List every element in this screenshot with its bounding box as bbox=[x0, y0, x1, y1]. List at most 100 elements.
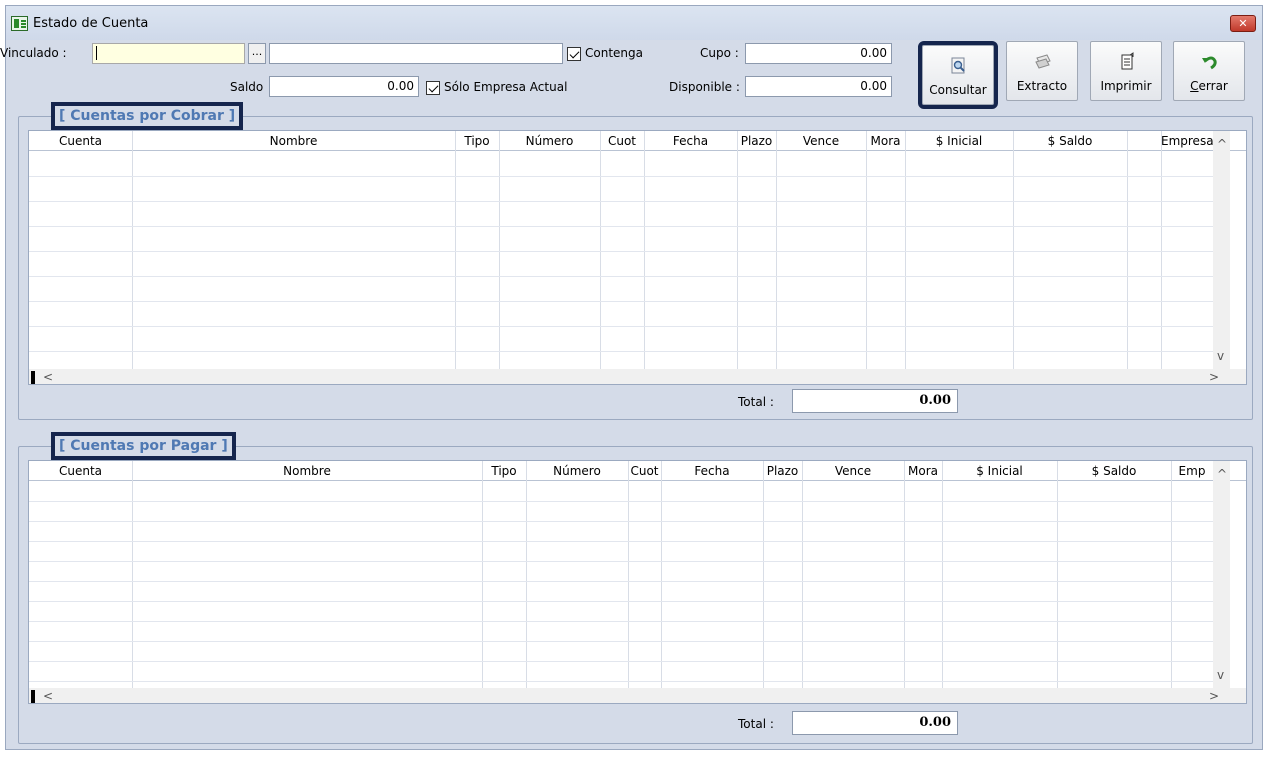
table-row[interactable] bbox=[29, 201, 1213, 202]
column-header[interactable]: Vence bbox=[776, 131, 866, 151]
horizontal-scrollbar[interactable]: < > bbox=[29, 688, 1246, 703]
contenga-checkbox[interactable] bbox=[567, 47, 581, 61]
column-header[interactable]: Número bbox=[526, 461, 628, 481]
scroll-up-icon[interactable]: ^ bbox=[1217, 467, 1227, 481]
table-row[interactable] bbox=[29, 561, 1213, 562]
text-caret bbox=[96, 46, 97, 60]
column-divider bbox=[628, 461, 629, 688]
column-header[interactable]: Cuot bbox=[600, 131, 644, 151]
column-header[interactable]: Fecha bbox=[644, 131, 737, 151]
solo-empresa-checkbox[interactable] bbox=[426, 81, 440, 95]
table-row[interactable] bbox=[29, 541, 1213, 542]
table-row[interactable] bbox=[29, 681, 1213, 682]
table-row[interactable] bbox=[29, 621, 1213, 622]
column-divider bbox=[942, 461, 943, 688]
extracto-button[interactable]: Extracto bbox=[1006, 41, 1078, 101]
column-divider bbox=[455, 131, 456, 369]
column-header[interactable]: Tipo bbox=[482, 461, 526, 481]
column-divider bbox=[1057, 461, 1058, 688]
column-divider bbox=[499, 131, 500, 369]
vinculado-lookup-button[interactable]: ... bbox=[248, 43, 266, 64]
vinculado-code-input[interactable] bbox=[92, 43, 245, 64]
table-row[interactable] bbox=[29, 251, 1213, 252]
scroll-left-icon[interactable]: < bbox=[43, 370, 53, 384]
table-row[interactable] bbox=[29, 501, 1213, 502]
scroll-up-icon[interactable]: ^ bbox=[1217, 137, 1227, 151]
table-row[interactable] bbox=[29, 176, 1213, 177]
pagar-total-label: Total : bbox=[738, 717, 774, 731]
column-divider bbox=[1127, 131, 1128, 369]
column-divider bbox=[737, 131, 738, 369]
column-header[interactable]: Plazo bbox=[737, 131, 776, 151]
estado-de-cuenta-window: Estado de Cuenta ✕ Vinculado : ... Conte… bbox=[0, 5, 1263, 750]
scroll-right-icon[interactable]: > bbox=[1209, 689, 1219, 703]
column-header[interactable]: Cuenta bbox=[29, 131, 132, 151]
table-row[interactable] bbox=[29, 351, 1213, 352]
table-row[interactable] bbox=[29, 581, 1213, 582]
contenga-label: Contenga bbox=[585, 46, 643, 60]
cobrar-total-value: 0.00 bbox=[792, 389, 958, 413]
column-header[interactable]: Mora bbox=[904, 461, 942, 481]
table-row[interactable] bbox=[29, 301, 1213, 302]
scroll-down-icon[interactable]: v bbox=[1217, 668, 1224, 682]
consultar-button[interactable]: Consultar bbox=[918, 41, 998, 109]
cuentas-por-cobrar-grid[interactable]: Cuenta Nombre Tipo Número Cuot Fecha Plazo Venc… bbox=[28, 130, 1247, 385]
column-header[interactable]: $ Saldo bbox=[1013, 131, 1127, 151]
table-row[interactable] bbox=[29, 661, 1213, 662]
grid-header: Cuenta Nombre Tipo Número Cuot Fecha Plazo Venc… bbox=[29, 131, 1246, 151]
cuentas-por-pagar-title: [ Cuentas por Pagar ] bbox=[51, 432, 236, 460]
title-bar: Estado de Cuenta ✕ bbox=[6, 6, 1262, 40]
column-divider bbox=[776, 131, 777, 369]
column-divider bbox=[661, 461, 662, 688]
table-row[interactable] bbox=[29, 226, 1213, 227]
table-row[interactable] bbox=[29, 326, 1213, 327]
vinculado-name-input[interactable] bbox=[269, 43, 563, 64]
column-header[interactable]: Vence bbox=[802, 461, 904, 481]
consultar-label: Consultar bbox=[929, 83, 987, 97]
column-header[interactable]: Tipo bbox=[455, 131, 499, 151]
scroll-left-icon[interactable]: < bbox=[43, 689, 53, 703]
close-window-button[interactable]: ✕ bbox=[1230, 15, 1256, 32]
table-row[interactable] bbox=[29, 521, 1213, 522]
column-header[interactable]: Plazo bbox=[763, 461, 802, 481]
cuentas-por-pagar-grid[interactable]: Cuenta Nombre Tipo Número Cuot Fecha Plazo Venc… bbox=[28, 460, 1247, 704]
vertical-scrollbar[interactable]: ^ v bbox=[1213, 461, 1230, 688]
column-divider bbox=[600, 131, 601, 369]
column-divider bbox=[866, 131, 867, 369]
saldo-input[interactable]: 0.00 bbox=[269, 76, 419, 97]
row-indicator bbox=[31, 371, 35, 384]
column-header[interactable]: $ Inicial bbox=[942, 461, 1057, 481]
table-row[interactable] bbox=[29, 641, 1213, 642]
column-header[interactable]: Cuenta bbox=[29, 461, 132, 481]
table-row[interactable] bbox=[29, 601, 1213, 602]
column-header[interactable]: Emp bbox=[1171, 461, 1213, 481]
column-divider bbox=[482, 461, 483, 688]
column-header[interactable]: Fecha bbox=[661, 461, 763, 481]
disponible-label: Disponible : bbox=[669, 80, 740, 94]
app-spreadsheet-icon bbox=[11, 16, 28, 31]
extracto-label: Extracto bbox=[1016, 79, 1068, 93]
horizontal-scrollbar[interactable]: < > bbox=[29, 369, 1246, 384]
table-row[interactable] bbox=[29, 276, 1213, 277]
imprimir-button[interactable]: Imprimir bbox=[1090, 41, 1162, 101]
column-divider bbox=[905, 131, 906, 369]
column-header[interactable]: $ Saldo bbox=[1057, 461, 1171, 481]
disponible-input[interactable]: 0.00 bbox=[745, 76, 892, 97]
column-header[interactable]: Cuot bbox=[628, 461, 661, 481]
column-header[interactable]: Mora bbox=[866, 131, 905, 151]
column-header[interactable] bbox=[1127, 131, 1161, 151]
imprimir-label: Imprimir bbox=[1100, 79, 1152, 93]
scroll-down-icon[interactable]: v bbox=[1217, 349, 1224, 363]
vinculado-label: Vinculado : bbox=[0, 46, 67, 60]
column-header[interactable]: $ Inicial bbox=[905, 131, 1013, 151]
column-header[interactable]: Empresa bbox=[1161, 131, 1213, 151]
column-header[interactable]: Nombre bbox=[132, 461, 482, 481]
scroll-right-icon[interactable]: > bbox=[1209, 370, 1219, 384]
column-header[interactable]: Número bbox=[499, 131, 600, 151]
column-header[interactable]: Nombre bbox=[132, 131, 455, 151]
pagar-total-value: 0.00 bbox=[792, 711, 958, 735]
cerrar-button[interactable]: Cerrar bbox=[1173, 41, 1245, 101]
cupo-input[interactable]: 0.00 bbox=[745, 43, 892, 64]
vertical-scrollbar[interactable]: ^ v bbox=[1213, 131, 1230, 369]
column-divider bbox=[526, 461, 527, 688]
